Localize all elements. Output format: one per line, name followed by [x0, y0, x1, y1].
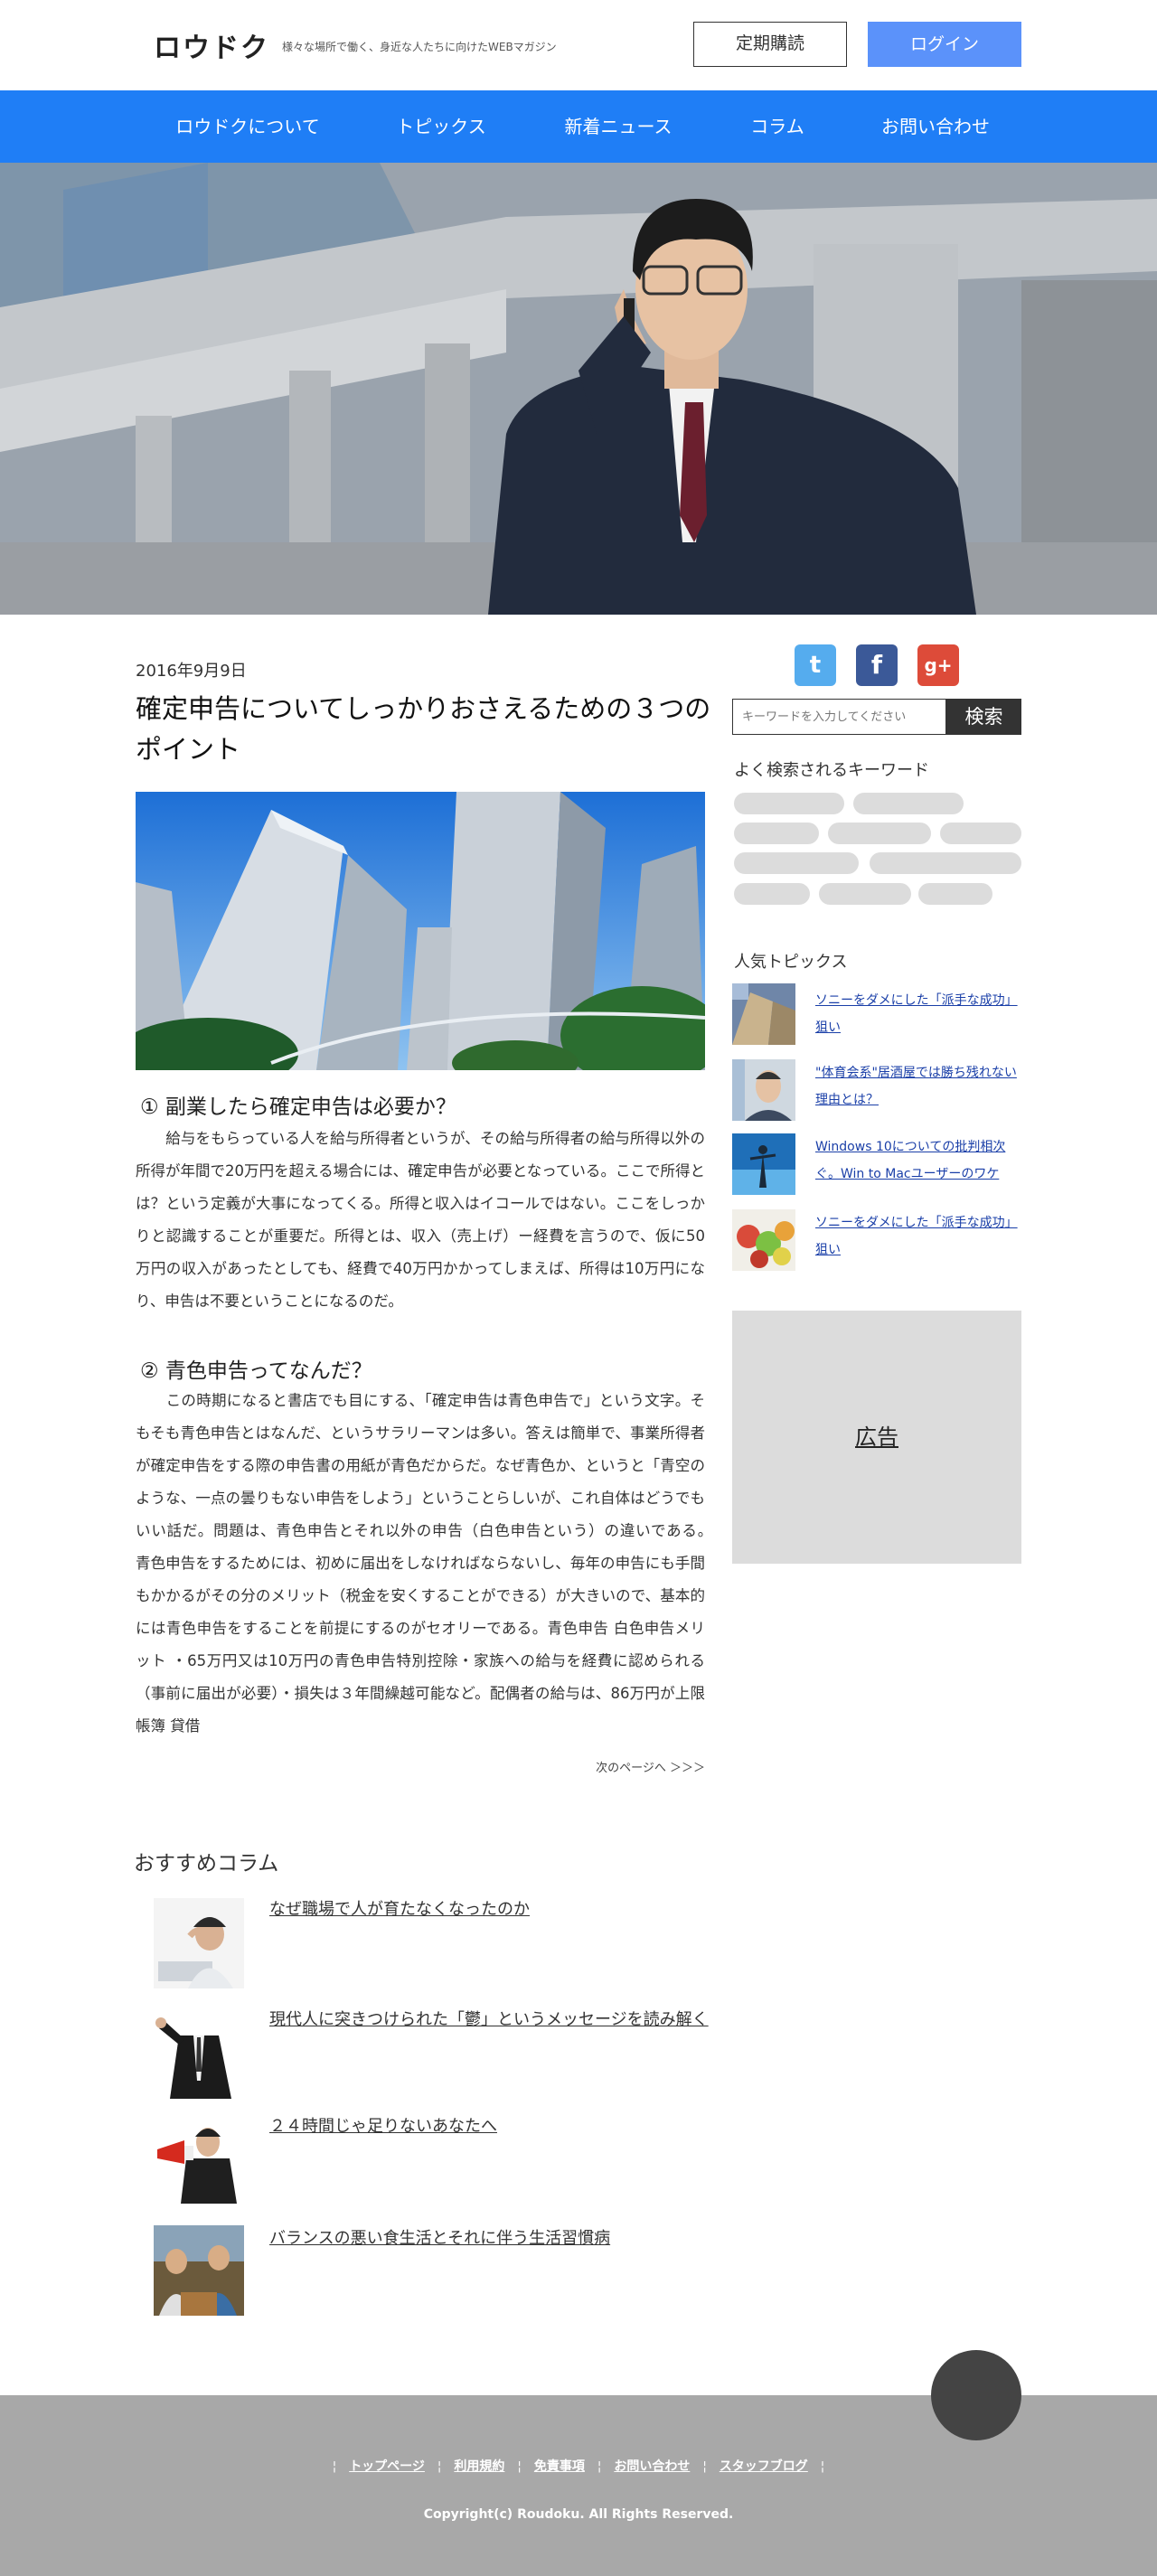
nav-item-contact[interactable]: お問い合わせ	[863, 90, 1008, 163]
main-nav: ロウドクについて トピックス 新着ニュース コラム お問い合わせ	[0, 90, 1157, 163]
article-image	[136, 792, 705, 1070]
login-button[interactable]: ログイン	[868, 22, 1021, 67]
search-button[interactable]: 検索	[946, 699, 1021, 735]
subscribe-button[interactable]: 定期購読	[693, 22, 847, 67]
dining-people-photo	[154, 2225, 244, 2316]
article-date: 2016年9月9日	[136, 662, 247, 681]
recommended-thumbnail[interactable]	[154, 2008, 244, 2099]
recommended-link[interactable]: ２４時間じゃ足りないあなたへ	[269, 2113, 497, 2137]
nav-item-news[interactable]: 新着ニュース	[546, 90, 691, 163]
footer-link-contact[interactable]: お問い合わせ	[614, 2459, 690, 2474]
footer-link-disclaimer[interactable]: 免責事項	[534, 2459, 585, 2474]
topic-photo	[732, 1133, 795, 1195]
ad-banner[interactable]: 広告	[732, 1311, 1021, 1564]
megaphone-man-photo	[154, 2113, 244, 2204]
nav-item-about[interactable]: ロウドクについて	[159, 90, 336, 163]
nav-item-topics[interactable]: トピックス	[378, 90, 504, 163]
keyword-pill[interactable]	[940, 823, 1021, 844]
topics-heading: 人気トピックス	[734, 953, 848, 972]
footer-separator: ¦	[517, 2459, 522, 2474]
footer-link-top[interactable]: トップページ	[349, 2459, 425, 2474]
search-input[interactable]	[732, 699, 946, 735]
recommended-thumbnail[interactable]	[154, 1898, 244, 1988]
google-plus-icon[interactable]: g+	[917, 644, 959, 686]
footer-separator: ¦	[702, 2459, 707, 2474]
keyword-pill[interactable]	[734, 793, 844, 814]
keyword-pill[interactable]	[734, 883, 810, 905]
footer-link-terms[interactable]: 利用規約	[454, 2459, 504, 2474]
keyword-pill[interactable]	[918, 883, 992, 905]
footer-links: ¦ トップページ ¦ 利用規約 ¦ 免責事項 ¦ お問い合わせ ¦ スタッフブロ…	[0, 2457, 1157, 2475]
site-tagline: 様々な場所で働く、身近な人たちに向けたWEBマガジン	[282, 41, 557, 53]
skyscraper-photo	[136, 792, 705, 1070]
topic-link[interactable]: ソニーをダメにした「派手な成功」狙い	[815, 987, 1023, 1041]
section2-heading: ② 青色申告ってなんだ？	[140, 1359, 372, 1383]
section2-body: この時期になると書店でも目にする、「確定申告は青色申告で」という文字。そもそも青…	[136, 1392, 720, 1735]
google-plus-glyph: g+	[924, 654, 953, 676]
keyword-pill[interactable]	[853, 793, 964, 814]
site-logo[interactable]: ロウドク	[154, 25, 269, 65]
article-title: 確定申告についてしっかりおさえるための３つのポイント	[136, 693, 711, 765]
twitter-icon[interactable]: t	[795, 644, 836, 686]
topic-link[interactable]: "体育会系"居酒屋では勝ち残れない理由とは？	[815, 1059, 1023, 1114]
footer-separator: ¦	[332, 2459, 337, 2474]
hero-image	[0, 163, 1157, 615]
twitter-glyph: t	[809, 652, 822, 679]
scroll-to-top-button[interactable]	[931, 2350, 1021, 2440]
site-header: ロウドク 様々な場所で働く、身近な人たちに向けたWEBマガジン 定期購読 ログイ…	[0, 0, 1157, 90]
stressed-worker-photo	[154, 1898, 244, 1988]
keyword-pill[interactable]	[870, 852, 1021, 874]
hero-photo-businessman	[0, 163, 1157, 615]
recommended-link[interactable]: 現代人に突きつけられた「鬱」というメッセージを読み解く	[269, 2007, 709, 2030]
copyright: Copyright(c) Roudoku. All Rights Reserve…	[423, 2507, 734, 2522]
keywords-heading: よく検索されるキーワード	[734, 761, 929, 780]
topic-thumbnail[interactable]	[732, 1133, 795, 1195]
facebook-glyph: f	[870, 650, 883, 680]
recommended-thumbnail[interactable]	[154, 2225, 244, 2316]
footer-separator: ¦	[820, 2459, 825, 2474]
section1-heading: ① 副業したら確定申告は必要か？	[140, 1095, 456, 1119]
topic-thumbnail[interactable]	[732, 1059, 795, 1121]
recommended-link[interactable]: なぜ職場で人が育たなくなったのか	[269, 1896, 530, 1920]
keyword-pill[interactable]	[828, 823, 931, 844]
footer-link-staff-blog[interactable]: スタッフブログ	[720, 2459, 808, 2474]
keyword-pill[interactable]	[734, 852, 859, 874]
section1-body: 給与をもらっている人を給与所得者というが、その給与所得者の給与所得以外の所得が年…	[136, 1130, 705, 1310]
recommended-link[interactable]: バランスの悪い食生活とそれに伴う生活習慣病	[269, 2225, 610, 2249]
topic-photo	[732, 1059, 795, 1121]
facebook-icon[interactable]: f	[856, 644, 898, 686]
next-page-link[interactable]: 次のページへ ＞＞＞	[542, 1758, 705, 1775]
topic-thumbnail[interactable]	[732, 1209, 795, 1271]
businessman-photo	[154, 2008, 244, 2099]
keyword-pill[interactable]	[734, 823, 819, 844]
topic-photo	[732, 1209, 795, 1271]
keyword-pill[interactable]	[819, 883, 911, 905]
footer-separator: ¦	[597, 2459, 602, 2474]
topic-link[interactable]: ソニーをダメにした「派手な成功」狙い	[815, 1209, 1023, 1264]
topic-link[interactable]: Windows 10についての批判相次ぐ。Win to Macユーザーのワケ	[815, 1133, 1023, 1188]
ad-label: 広告	[855, 1424, 898, 1450]
recommended-thumbnail[interactable]	[154, 2113, 244, 2204]
nav-item-column[interactable]: コラム	[723, 90, 832, 163]
topic-photo	[732, 983, 795, 1045]
recommended-heading: おすすめコラム	[134, 1852, 279, 1876]
footer-separator: ¦	[437, 2459, 442, 2474]
topic-thumbnail[interactable]	[732, 983, 795, 1045]
